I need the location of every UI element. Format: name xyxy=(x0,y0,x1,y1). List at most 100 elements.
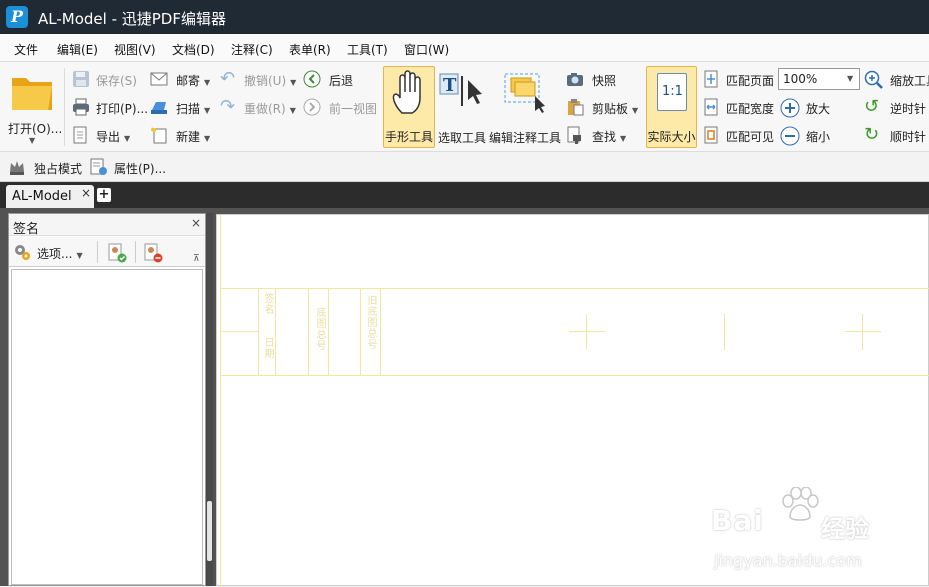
hand-tool-label: 手形工具 xyxy=(384,130,433,144)
save-button[interactable]: 保存(S) xyxy=(70,68,142,90)
fit-visible-icon xyxy=(704,126,718,144)
chevron-down-icon: ▼ xyxy=(124,134,131,143)
find-label: 查找 ▼ xyxy=(592,130,627,144)
chevron-down-icon: ▼ xyxy=(290,78,297,87)
select-tool-label: 选取工具 xyxy=(437,131,486,145)
signature-valid-icon xyxy=(108,243,127,263)
open-button[interactable]: 打开(O)... ▼ xyxy=(4,66,62,148)
clear-signature-button[interactable] xyxy=(141,241,165,263)
divider xyxy=(135,241,136,263)
tab-al-model[interactable]: AL-Model × xyxy=(6,185,94,208)
menu-form[interactable]: 表单(R) xyxy=(289,41,331,58)
hand-tool-button[interactable]: 手形工具 xyxy=(383,66,435,148)
annotation-icon xyxy=(504,73,545,113)
menu-bar: 文件 编辑(E) 视图(V) 文档(D) 注释(C) 表单(R) 工具(T) 窗… xyxy=(0,34,929,62)
app-logo-icon: P xyxy=(6,6,28,28)
menu-tools[interactable]: 工具(T) xyxy=(347,41,388,58)
exclusive-mode-button[interactable]: 独占模式 xyxy=(8,157,84,177)
fit-page-button[interactable]: 匹配页面 xyxy=(700,68,778,90)
options-label: 选项... ▼ xyxy=(37,247,83,261)
undo-button[interactable]: ↶ 撤销(U) ▼ xyxy=(220,68,300,90)
zoom-in-button[interactable]: 放大 xyxy=(780,96,840,118)
scanner-icon xyxy=(151,102,167,114)
fit-width-label: 匹配宽度 xyxy=(726,102,775,116)
arrow-left-icon xyxy=(303,70,321,88)
panel-header: 签名 × xyxy=(9,214,205,237)
select-tool-button[interactable]: T 选取工具 xyxy=(436,66,488,148)
new-button[interactable]: 新建 ▼ xyxy=(150,124,218,146)
rotate-ccw-button[interactable]: ↺ 逆时针 xyxy=(864,96,929,118)
menu-comment[interactable]: 注释(C) xyxy=(231,41,273,58)
menu-document[interactable]: 文档(D) xyxy=(172,41,215,58)
camera-icon xyxy=(567,73,583,86)
snapshot-button[interactable]: 快照 xyxy=(566,68,636,90)
find-button[interactable]: 查找 ▼ xyxy=(566,124,636,146)
properties-icon xyxy=(90,158,107,175)
edit-annotation-tool-label: 编辑注释工具 xyxy=(489,131,562,145)
menu-edit[interactable]: 编辑(E) xyxy=(57,41,98,58)
page-border-line xyxy=(220,215,221,587)
signature-list[interactable] xyxy=(11,269,203,585)
previous-view-button[interactable]: 前一视图 xyxy=(303,96,383,118)
clipboard-icon xyxy=(568,99,584,116)
fit-visible-button[interactable]: 匹配可见 xyxy=(700,124,778,146)
close-icon[interactable]: × xyxy=(81,186,91,200)
fit-visible-label: 匹配可见 xyxy=(726,130,775,144)
panel-splitter[interactable] xyxy=(206,213,213,586)
menu-file[interactable]: 文件 xyxy=(14,41,38,58)
rotate-left-icon: ↺ xyxy=(864,96,880,117)
rotate-cw-button[interactable]: ↻ 顺时针 xyxy=(864,124,929,146)
fit-width-button[interactable]: 匹配宽度 xyxy=(700,96,778,118)
document-page[interactable]: 签名 日期 底图总号 旧底图总号 Bai 经验 jingyan.baidu.co… xyxy=(216,214,929,587)
zoom-tool-button[interactable]: 缩放工具 xyxy=(864,68,929,90)
menu-window[interactable]: 窗口(W) xyxy=(404,41,449,58)
baidu-paw-icon xyxy=(782,487,819,521)
new-label: 新建 ▼ xyxy=(176,130,211,144)
clipboard-button[interactable]: 剪贴板 ▼ xyxy=(566,96,644,118)
plus-circle-icon xyxy=(780,98,800,118)
actual-size-button[interactable]: 1:1 实际大小 xyxy=(646,66,697,148)
zoom-out-button[interactable]: 缩小 xyxy=(780,124,840,146)
watermark-url: jingyan.baidu.com xyxy=(714,551,862,570)
new-document-icon xyxy=(151,127,167,144)
table-line xyxy=(328,288,329,375)
scan-button[interactable]: 扫描 ▼ xyxy=(150,96,218,118)
table-line xyxy=(258,288,259,375)
watermark-brand: Bai xyxy=(711,504,764,537)
table-line xyxy=(275,288,276,375)
options-button[interactable]: 选项... ▼ xyxy=(13,241,91,263)
export-button[interactable]: 导出 ▼ xyxy=(70,124,140,146)
register-mark xyxy=(569,331,605,332)
pin-icon[interactable]: ⊼ xyxy=(193,254,200,264)
crown-icon xyxy=(10,161,24,175)
email-button[interactable]: 邮寄 ▼ xyxy=(150,68,218,90)
minus-circle-icon xyxy=(780,126,800,146)
envelope-icon xyxy=(150,72,168,86)
properties-button[interactable]: 属性(P)... xyxy=(90,157,170,177)
window-title: AL-Model - 迅捷PDF编辑器 xyxy=(38,10,226,28)
find-icon xyxy=(567,126,581,144)
chevron-down-icon: ▼ xyxy=(204,134,211,143)
back-button[interactable]: 后退 xyxy=(303,68,379,90)
menu-view[interactable]: 视图(V) xyxy=(114,41,156,58)
print-button[interactable]: 打印(P)... xyxy=(70,96,150,118)
chevron-down-icon: ▼ xyxy=(289,106,296,115)
redo-icon: ↷ xyxy=(220,96,236,117)
save-label: 保存(S) xyxy=(96,74,137,88)
arrow-right-icon xyxy=(303,98,321,116)
redo-button[interactable]: ↷ 重做(R) ▼ xyxy=(220,96,300,118)
add-tab-button[interactable]: + xyxy=(97,188,111,202)
page-border-line xyxy=(220,375,929,376)
email-label: 邮寄 ▼ xyxy=(176,74,211,88)
close-icon[interactable]: × xyxy=(191,216,201,230)
clipboard-label: 剪贴板 ▼ xyxy=(592,102,639,116)
validate-signature-button[interactable] xyxy=(105,241,129,263)
zoom-in-label: 放大 xyxy=(806,102,831,116)
zoom-select[interactable]: 100% ▼ xyxy=(778,68,860,90)
panel-title: 签名 xyxy=(13,222,40,237)
edit-annotation-tool-button[interactable]: 编辑注释工具 xyxy=(489,66,561,148)
signature-remove-icon xyxy=(144,243,163,263)
export-label: 导出 ▼ xyxy=(96,130,131,144)
splitter-handle[interactable] xyxy=(207,501,212,561)
rotate-ccw-label: 逆时针 xyxy=(890,102,927,116)
